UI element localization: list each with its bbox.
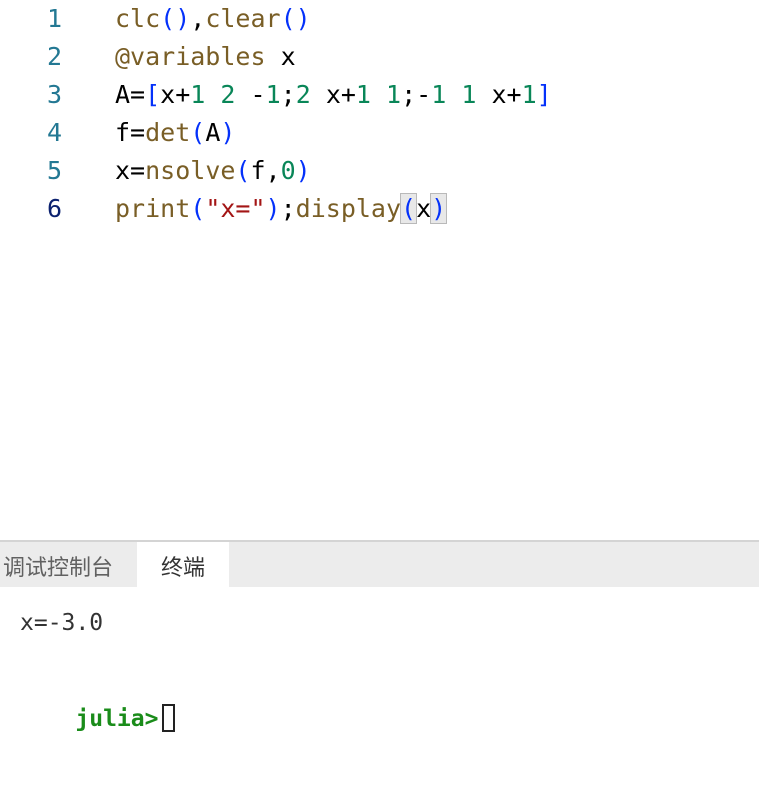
terminal-cursor: [162, 704, 176, 732]
code-token: ]: [536, 80, 552, 109]
code-text[interactable]: @variables x: [115, 38, 296, 76]
code-token: 1: [431, 80, 447, 109]
code-token: x+: [160, 80, 191, 109]
code-line[interactable]: 6 print("x=");display(x): [0, 190, 759, 228]
tab-terminal[interactable]: 终端: [137, 542, 229, 587]
code-token: 2: [220, 80, 236, 109]
code-token: 1: [265, 80, 281, 109]
code-token: (: [400, 193, 418, 224]
code-token: ): [220, 118, 236, 147]
panel-tab-bar: 调试控制台 终端: [0, 540, 759, 587]
code-token: "x=": [205, 194, 266, 223]
code-token: 1: [386, 80, 402, 109]
code-line[interactable]: 3 A=[x+1 2 -1;2 x+1 1;-1 1 x+1]: [0, 76, 759, 114]
code-text[interactable]: f=det(A): [115, 114, 235, 152]
tab-debug-console[interactable]: 调试控制台: [0, 542, 137, 587]
code-line[interactable]: 2 @variables x: [0, 38, 759, 76]
code-token: ,: [190, 4, 206, 33]
code-token: (: [190, 194, 206, 223]
code-token: 0: [280, 156, 296, 185]
julia-prompt: julia>: [75, 706, 159, 732]
code-text[interactable]: A=[x+1 2 -1;2 x+1 1;-1 1 x+1]: [115, 76, 552, 114]
code-token: (: [235, 156, 251, 185]
code-token: @variables: [115, 42, 266, 71]
line-number: 2: [46, 42, 62, 71]
code-token: ): [430, 193, 448, 224]
code-text[interactable]: x=nsolve(f,0): [115, 152, 311, 190]
code-token: 1: [461, 80, 477, 109]
code-token: 2: [295, 80, 311, 109]
code-token: [: [145, 80, 161, 109]
code-token: clc: [115, 4, 161, 33]
code-token: display: [295, 194, 402, 223]
terminal-output-line: x=-3.0: [20, 610, 104, 636]
bottom-panel: 调试控制台 终端 x=-3.0 julia>: [0, 540, 759, 803]
code-token: 1: [190, 80, 206, 109]
line-number: 4: [46, 118, 62, 147]
code-token: 1: [521, 80, 537, 109]
code-token: det: [145, 118, 191, 147]
line-number: 6: [46, 194, 62, 223]
code-line[interactable]: 5 x=nsolve(f,0): [0, 152, 759, 190]
code-token: clear: [205, 4, 281, 33]
code-token: x=: [115, 156, 146, 185]
code-token: A=: [115, 80, 146, 109]
code-token: x+: [476, 80, 522, 109]
code-token: x: [265, 42, 296, 71]
line-number: 5: [46, 156, 62, 185]
line-number: 1: [46, 4, 62, 33]
line-number: 3: [46, 80, 62, 109]
code-token: (: [190, 118, 206, 147]
code-token: ): [265, 194, 281, 223]
code-token: -: [235, 80, 266, 109]
code-token: ): [295, 156, 311, 185]
terminal-prompt-line[interactable]: julia>: [20, 678, 176, 758]
code-token: (): [160, 4, 191, 33]
code-editor[interactable]: 1 clc(),clear() 2 @variables x 3 A=[x+1 2 -1;…: [0, 0, 759, 540]
code-text[interactable]: print("x=");display(x): [115, 190, 448, 228]
code-token: ;-: [401, 80, 432, 109]
code-token: print: [115, 194, 191, 223]
code-text[interactable]: clc(),clear(): [115, 0, 311, 38]
code-token: A: [205, 118, 221, 147]
code-token: f=: [115, 118, 146, 147]
code-token: f,: [250, 156, 281, 185]
code-token: ;: [280, 80, 296, 109]
code-line[interactable]: 4 f=det(A): [0, 114, 759, 152]
code-token: x: [416, 194, 432, 223]
code-token: x+: [310, 80, 356, 109]
code-token: nsolve: [145, 156, 236, 185]
code-token: 1: [355, 80, 371, 109]
code-token: ;: [280, 194, 296, 223]
code-token: (): [280, 4, 311, 33]
code-line[interactable]: 1 clc(),clear(): [0, 0, 759, 38]
